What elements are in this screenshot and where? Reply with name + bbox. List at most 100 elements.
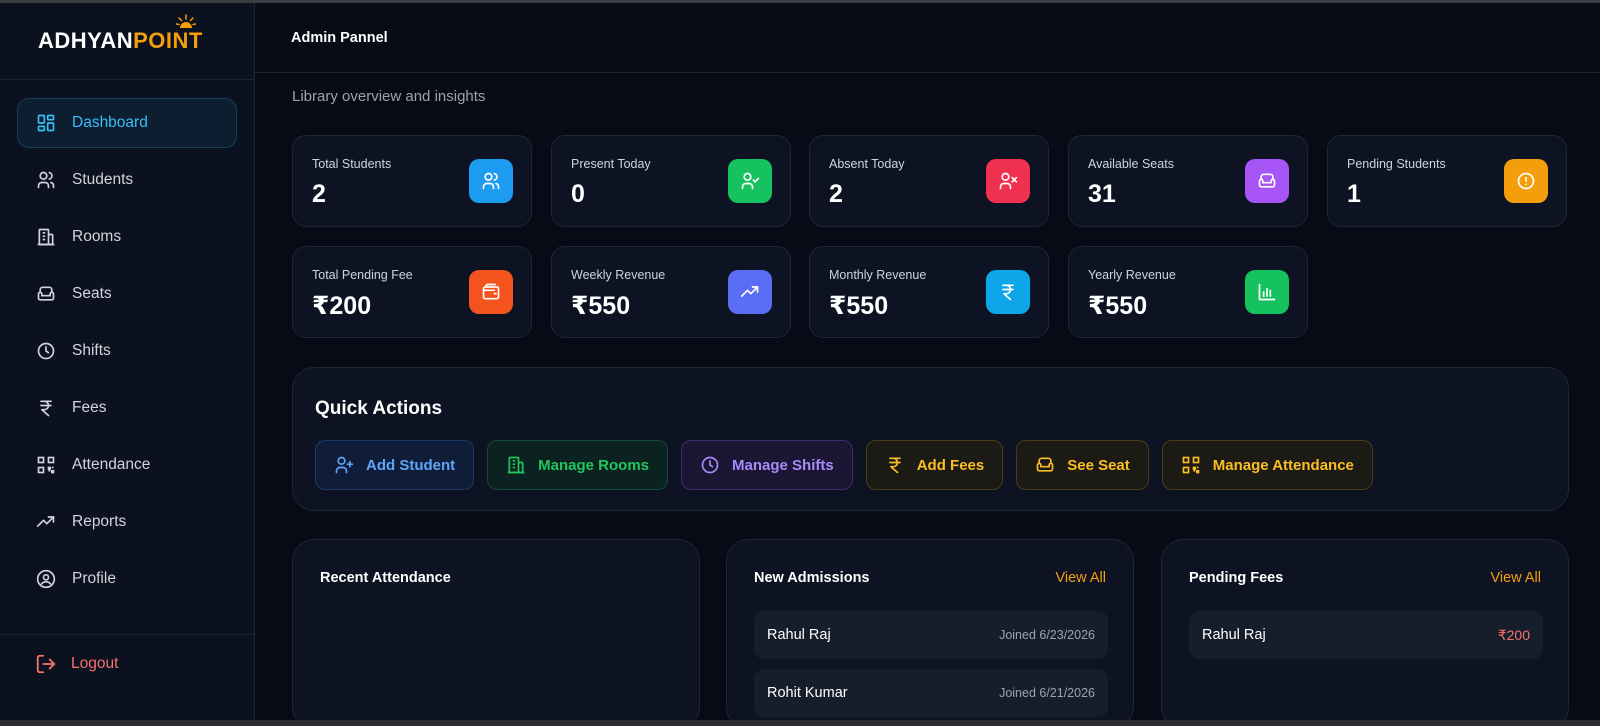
sidebar-item-label: Students — [72, 171, 134, 188]
qr-code-icon — [36, 455, 56, 475]
add-student-button[interactable]: Add Student — [315, 440, 475, 490]
sidebar-item-dashboard[interactable]: Dashboard — [17, 98, 237, 148]
manage-attendance-button[interactable]: Manage Attendance — [1161, 440, 1373, 490]
page-subtitle: Library overview and insights — [292, 88, 486, 105]
sofa-icon — [1035, 455, 1055, 475]
logo-text: ADHYANPOINT — [38, 14, 203, 54]
sidebar-item-attendance[interactable]: Attendance — [17, 440, 237, 490]
trending-up-icon — [728, 270, 772, 314]
sidebar-nav: Dashboard Students Rooms Seats Shifts Fe… — [0, 80, 254, 604]
clock-icon — [36, 341, 56, 361]
manage-rooms-button[interactable]: Manage Rooms — [487, 440, 669, 490]
see-seat-button[interactable]: See Seat — [1016, 440, 1149, 490]
users-icon — [469, 159, 513, 203]
logout-icon — [35, 653, 57, 675]
rupee-icon — [885, 455, 905, 475]
stat-card-available-seats[interactable]: Available Seats 31 — [1068, 135, 1308, 227]
stat-value: ₹550 — [829, 292, 889, 320]
stat-value: ₹550 — [1088, 292, 1148, 320]
qr-code-icon — [1181, 455, 1201, 475]
window-bottom-border — [0, 720, 1600, 726]
user-plus-icon — [334, 455, 354, 475]
stat-card-present-today[interactable]: Present Today 0 — [551, 135, 791, 227]
panel-title: Pending Fees — [1189, 570, 1284, 586]
stat-card-pending-students[interactable]: Pending Students 1 — [1327, 135, 1567, 227]
sidebar-item-label: Profile — [72, 570, 116, 587]
sidebar-item-label: Dashboard — [72, 114, 148, 131]
admission-row[interactable]: Rahul Raj Joined 6/23/2026 — [754, 611, 1108, 659]
stat-value: ₹550 — [571, 292, 631, 320]
alert-circle-icon — [1504, 159, 1548, 203]
add-fees-button[interactable]: Add Fees — [865, 440, 1004, 490]
button-label: Add Fees — [916, 456, 985, 474]
button-label: Manage Attendance — [1212, 456, 1354, 474]
button-label: See Seat — [1067, 456, 1130, 474]
sidebar-item-seats[interactable]: Seats — [17, 269, 237, 319]
student-name: Rahul Raj — [1202, 627, 1266, 643]
sidebar-item-label: Shifts — [72, 342, 111, 359]
stat-card-weekly-revenue[interactable]: Weekly Revenue ₹550 — [551, 246, 791, 338]
quick-actions-buttons: Add Student Manage Rooms Manage Shifts A… — [315, 440, 1386, 490]
view-all-admissions-link[interactable]: View All — [1055, 570, 1106, 586]
student-name: Rahul Raj — [767, 627, 831, 643]
stat-label: Pending Students — [1347, 157, 1446, 171]
joined-date: Joined 6/23/2026 — [999, 628, 1095, 642]
stat-value: 2 — [312, 180, 326, 208]
view-all-pending-fees-link[interactable]: View All — [1490, 570, 1541, 586]
stat-card-total-pending-fee[interactable]: Total Pending Fee ₹200 — [292, 246, 532, 338]
recent-attendance-panel: Recent Attendance — [292, 539, 700, 726]
rupee-icon — [986, 270, 1030, 314]
logout-label: Logout — [71, 655, 119, 672]
stat-label: Present Today — [571, 157, 651, 171]
bar-chart-icon — [1245, 270, 1289, 314]
top-header: Admin Pannel — [255, 3, 1600, 73]
panel-title: Recent Attendance — [320, 570, 451, 586]
sidebar-item-reports[interactable]: Reports — [17, 497, 237, 547]
logo-accent: POINT — [133, 28, 203, 53]
logout-button[interactable]: Logout — [35, 653, 118, 675]
sidebar-item-students[interactable]: Students — [17, 155, 237, 205]
building-icon — [36, 227, 56, 247]
stat-label: Monthly Revenue — [829, 268, 927, 282]
page-title: Admin Pannel — [291, 29, 388, 46]
sidebar-item-profile[interactable]: Profile — [17, 554, 237, 604]
stat-card-monthly-revenue[interactable]: Monthly Revenue ₹550 — [809, 246, 1049, 338]
stat-card-yearly-revenue[interactable]: Yearly Revenue ₹550 — [1068, 246, 1308, 338]
stat-value: 2 — [829, 180, 843, 208]
stat-card-absent-today[interactable]: Absent Today 2 — [809, 135, 1049, 227]
sidebar-item-shifts[interactable]: Shifts — [17, 326, 237, 376]
joined-date: Joined 6/21/2026 — [999, 686, 1095, 700]
manage-shifts-button[interactable]: Manage Shifts — [681, 440, 853, 490]
dashboard-icon — [36, 113, 56, 133]
logo-main: ADHYAN — [38, 28, 134, 53]
stat-value: 0 — [571, 180, 585, 208]
sidebar-item-rooms[interactable]: Rooms — [17, 212, 237, 262]
sidebar-item-label: Rooms — [72, 228, 122, 245]
sidebar: ADHYANPOINT Dashboard Students Rooms Sea… — [0, 3, 255, 720]
sidebar-item-label: Reports — [72, 513, 127, 530]
sidebar-item-label: Fees — [72, 399, 107, 416]
stat-label: Absent Today — [829, 157, 905, 171]
admission-row[interactable]: Rohit Kumar Joined 6/21/2026 — [754, 669, 1108, 717]
stat-label: Available Seats — [1088, 157, 1174, 171]
button-label: Manage Rooms — [538, 456, 650, 474]
button-label: Manage Shifts — [732, 456, 834, 474]
stat-card-total-students[interactable]: Total Students 2 — [292, 135, 532, 227]
stat-label: Total Students — [312, 157, 392, 171]
stat-value: 1 — [1347, 180, 1361, 208]
user-check-icon — [728, 159, 772, 203]
sidebar-item-label: Seats — [72, 285, 112, 302]
button-label: Add Student — [366, 456, 456, 474]
wallet-icon — [469, 270, 513, 314]
student-name: Rohit Kumar — [767, 685, 848, 701]
new-admissions-panel: New Admissions View All Rahul Raj Joined… — [726, 539, 1134, 726]
pending-fee-row[interactable]: Rahul Raj ₹200 — [1189, 611, 1543, 659]
sidebar-item-fees[interactable]: Fees — [17, 383, 237, 433]
stat-value: ₹200 — [312, 292, 372, 320]
sun-icon — [176, 14, 196, 28]
clock-icon — [700, 455, 720, 475]
pending-fees-panel: Pending Fees View All Rahul Raj ₹200 — [1161, 539, 1569, 726]
sidebar-divider — [0, 634, 255, 635]
logo[interactable]: ADHYANPOINT — [0, 3, 254, 80]
panel-title: New Admissions — [754, 570, 870, 586]
